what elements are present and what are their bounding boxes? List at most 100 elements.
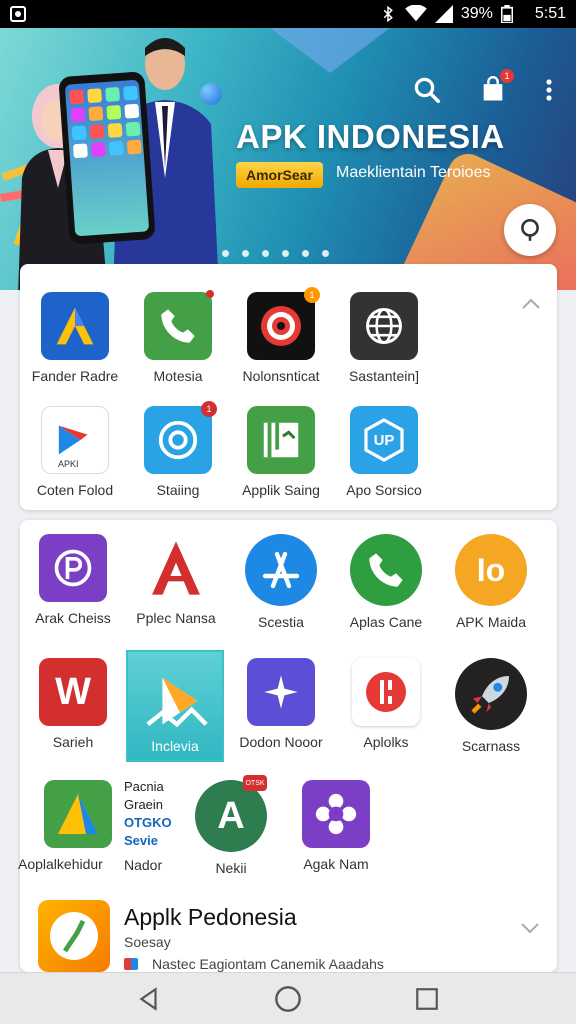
carousel-indicator[interactable] [222, 250, 329, 257]
battery-icon [500, 5, 513, 23]
app-label: Nekii [215, 860, 247, 876]
text-stack-app[interactable]: Pacnia Graein OTGKO Sevie Nador [124, 778, 172, 874]
play-store-icon: APKI [41, 406, 109, 474]
app-label: Aplolks [363, 734, 409, 750]
promo-title: Applk Pedonesia [124, 904, 297, 930]
compass-icon [38, 900, 110, 972]
app-label: Aplas Cane [349, 614, 423, 630]
text-line: OTGKO [124, 815, 172, 830]
app-label: Arak Cheiss [35, 610, 111, 626]
chat-bubble-icon: 1 [144, 401, 217, 474]
p-logo-icon [39, 534, 107, 602]
chevron-up-icon[interactable] [519, 292, 543, 316]
carousel-dot[interactable] [282, 250, 289, 257]
app-tile[interactable]: Aplolks [331, 658, 441, 750]
a-circle-icon: A OTSK [195, 775, 267, 852]
app-label: Motesia [153, 368, 203, 384]
text-line: Pacnia [124, 779, 164, 794]
carousel-dot[interactable] [322, 250, 329, 257]
location-fab[interactable] [504, 204, 556, 256]
flag-icon [124, 958, 138, 970]
app-label: Coten Folod [36, 482, 114, 498]
app-glyph: A [217, 794, 245, 837]
featured-label: Inclevia [151, 738, 199, 754]
app-tile[interactable]: Agak Nam [281, 780, 391, 872]
text-line: Sevie [124, 833, 158, 848]
shopping-bag-button[interactable]: 1 [476, 69, 514, 107]
app-label: Aoplalkehidur [18, 856, 103, 872]
phone-icon [350, 534, 422, 606]
app-sublabel: APKI [58, 459, 79, 469]
app-tile[interactable]: Aplas Cane [331, 534, 441, 630]
globe-icon [350, 292, 418, 360]
app-glyph: Io [476, 551, 506, 588]
promo-list-item[interactable]: Applk Pedonesia Soesay Nastec Eagiontam … [36, 900, 546, 972]
notification-dot [206, 290, 214, 298]
banner-tag[interactable]: AmorSear [236, 162, 323, 188]
carousel-dot[interactable] [262, 250, 269, 257]
featured-app-tile[interactable]: Inclevia [126, 650, 224, 762]
home-button[interactable] [268, 979, 308, 1019]
app-store-icon [245, 534, 317, 606]
notification-badge: OTSK [243, 775, 267, 791]
notification-badge: 1 [201, 401, 217, 417]
home-icon [275, 985, 301, 1012]
clock: 5:51 [534, 5, 566, 22]
app-tile[interactable]: APKI Coten Folod [20, 406, 130, 498]
app-tile[interactable]: Aoplalkehidur [18, 780, 138, 872]
io-logo-icon: Io [455, 534, 527, 606]
hero-banner[interactable]: APK INDONESIA AmorSear Maeklientain Tero… [0, 28, 576, 290]
recents-icon [415, 987, 438, 1010]
location-pin-icon [521, 218, 539, 241]
app-label: APK Maida [455, 614, 527, 630]
app-label: Sastantein] [348, 368, 420, 384]
status-bar: 39% 5:51 [0, 0, 576, 28]
battery-percent: 39% [460, 5, 493, 22]
phone-icon [144, 290, 214, 360]
app-tile[interactable]: Motesia [123, 290, 233, 384]
app-tile[interactable]: W Sarieh [18, 658, 128, 750]
apps-card-top: Fander Radre Motesia 1 Nolonsnticat Sast… [20, 264, 557, 510]
app-label: Scestia [258, 614, 304, 630]
app-label: Staiing [156, 482, 200, 498]
back-icon [139, 986, 157, 1011]
map-icon [247, 406, 315, 474]
rocket-icon [455, 658, 527, 730]
app-label: Dodon Nooor [239, 734, 323, 750]
carousel-dot[interactable] [242, 250, 249, 257]
app-tile[interactable]: Scarnass [436, 658, 546, 754]
app-label: Nolonsnticat [242, 368, 320, 384]
app-tile[interactable]: Scestia [226, 534, 336, 630]
app-tile[interactable]: UP Apo Sorsico [329, 406, 439, 498]
app-tile[interactable]: 1 Staiing [123, 401, 233, 498]
back-button[interactable] [129, 979, 169, 1019]
recents-button[interactable] [407, 979, 447, 1019]
app-tile[interactable]: Pplec Nansa [121, 534, 231, 626]
flower-icon [302, 780, 370, 848]
signal-icon [434, 5, 453, 23]
app-label: Pplec Nansa [136, 610, 216, 626]
search-button[interactable] [410, 73, 444, 107]
carousel-dot[interactable] [222, 250, 229, 257]
app-tile[interactable]: Fander Radre [20, 292, 130, 384]
chevron-down-icon[interactable] [518, 916, 542, 940]
app-tile[interactable]: Applik Saing [226, 406, 336, 498]
text-line: Graein [124, 797, 164, 812]
app-tile[interactable]: Dodon Nooor [226, 658, 336, 750]
app-tile[interactable]: Io APK Maida [436, 534, 546, 630]
wifi-icon [405, 5, 427, 22]
hex-up-icon: UP [350, 406, 418, 474]
app-tile[interactable]: A OTSK Nekii [176, 775, 286, 876]
app-glyph: W [55, 670, 91, 713]
triangle-logo-icon [41, 292, 109, 360]
app-tile[interactable]: Arak Cheiss [18, 534, 128, 626]
app-tile[interactable]: Sastantein] [329, 292, 439, 384]
app-glyph: UP [373, 431, 395, 449]
a-letter-icon [142, 534, 210, 602]
promo-description: Nastec Eagiontam Canemik Aaadahs [152, 956, 384, 972]
promo-subtitle: Soesay [124, 934, 171, 950]
w-letter-icon: W [39, 658, 107, 726]
app-tile[interactable]: 1 Nolonsnticat [226, 287, 336, 384]
carousel-dot[interactable] [302, 250, 309, 257]
more-options-button[interactable] [532, 73, 566, 107]
